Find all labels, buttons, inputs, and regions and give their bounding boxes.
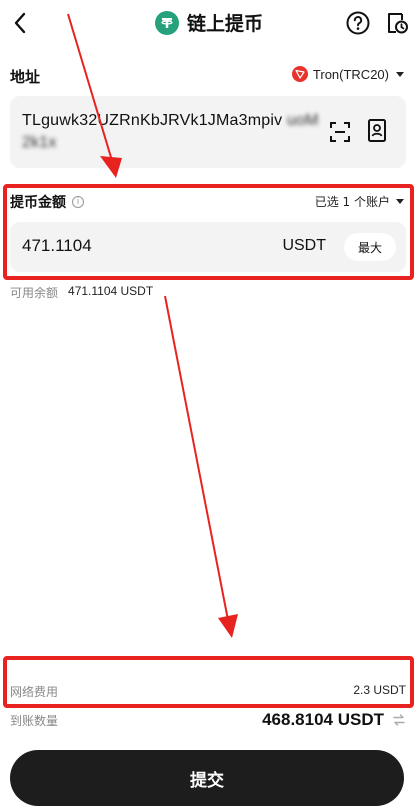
question-circle-icon (346, 11, 370, 35)
network-name: Tron(TRC20) (312, 66, 389, 82)
network-selector[interactable]: Tron(TRC20) (291, 66, 404, 82)
history-button[interactable] (384, 10, 410, 36)
swap-icon[interactable] (392, 713, 406, 727)
address-book-button[interactable] (365, 118, 389, 144)
caret-down-icon (396, 71, 404, 77)
annotation-arrow-bottom (164, 295, 238, 638)
address-book-icon (368, 119, 386, 142)
submit-button[interactable]: 提交 (10, 750, 404, 806)
help-button[interactable] (345, 10, 371, 36)
address-value-visible: TLguwk32UZRnKbJRVk1JMa3mpiv (22, 112, 283, 129)
annotation-box-fee (3, 656, 414, 708)
receive-amount-row: 到账数量 468.8104 USDT (10, 710, 406, 730)
available-value: 471.1104 USDT (68, 284, 154, 298)
available-balance: 可用余额 471.1104 USDT (10, 284, 153, 301)
receive-right: 468.8104 USDT (262, 710, 406, 730)
document-clock-icon (388, 13, 408, 34)
scan-icon (330, 122, 350, 142)
address-value: TLguwk32UZRnKbJRVk1JMa3mpiv uoM2k1x (22, 110, 322, 154)
receive-value: 468.8104 USDT (262, 710, 384, 729)
tether-logo-icon (154, 10, 179, 35)
top-bar: 链上提币 (0, 0, 418, 46)
tron-logo-icon (291, 66, 308, 82)
available-label: 可用余额 (10, 286, 59, 300)
address-field[interactable]: TLguwk32UZRnKbJRVk1JMa3mpiv uoM2k1x (10, 96, 406, 168)
scan-button[interactable] (328, 120, 352, 144)
page-title: 链上提币 (186, 13, 263, 35)
address-label: 地址 (10, 68, 41, 86)
annotation-box-amount (3, 184, 414, 280)
receive-label: 到账数量 (10, 713, 59, 728)
